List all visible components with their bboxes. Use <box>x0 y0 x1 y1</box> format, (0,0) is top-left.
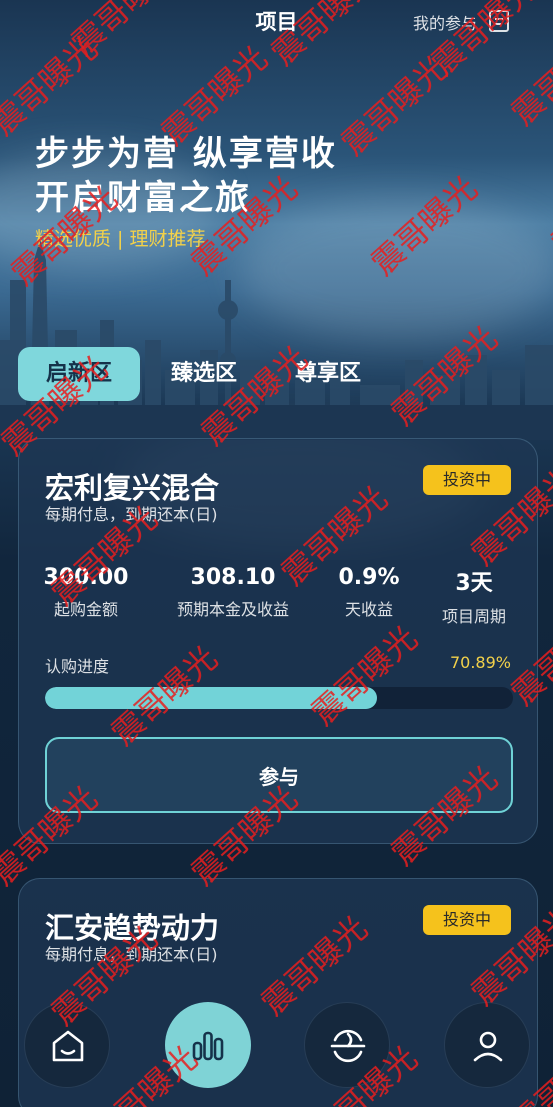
user-icon <box>473 1031 503 1062</box>
progress-percent: 70.89% <box>449 653 511 672</box>
home-icon <box>52 1030 84 1062</box>
nav-profile[interactable] <box>444 1002 530 1088</box>
stat-label: 天收益 <box>344 600 393 619</box>
product-card[interactable]: 宏利复兴混合 每期付息，到期还本(日) 投资中 300.00 起购金额 308.… <box>18 438 538 844</box>
stat-value: 0.9% <box>338 565 400 590</box>
stat-label: 项目周期 <box>441 607 506 626</box>
tab-zhenxuan[interactable]: 臻选区 <box>164 347 244 401</box>
progress-fill <box>45 687 377 709</box>
join-button[interactable]: 参与 <box>45 737 513 813</box>
my-participation-label: 我的参与 <box>412 14 477 33</box>
stat-expected-return: 308.10 预期本金及收益 <box>165 565 301 620</box>
stat-period: 3天 项目周期 <box>429 565 519 627</box>
hero-headline-1: 步步为营 纵享营收 <box>35 134 337 174</box>
city-skyline-illustration <box>0 240 553 440</box>
stat-value: 3天 <box>455 571 493 596</box>
bar-chart-icon <box>192 1031 224 1061</box>
nav-projects[interactable] <box>165 1002 251 1088</box>
tab-zunxiang[interactable]: 尊享区 <box>288 347 368 401</box>
progress-label: 认购进度 <box>45 657 110 676</box>
progress-bar <box>45 687 513 709</box>
status-badge: 投资中 <box>423 905 511 935</box>
bottom-nav <box>18 1002 538 1098</box>
status-badge: 投资中 <box>423 465 511 495</box>
hero-subtitle: 精选优质 | 理财推荐 <box>35 228 206 250</box>
product-repayment: 每期付息，到期还本(日) <box>45 945 218 964</box>
stat-value: 300.00 <box>43 565 129 590</box>
stat-min-purchase: 300.00 起购金额 <box>33 565 139 620</box>
discover-icon <box>330 1029 366 1063</box>
doc-icon[interactable] <box>489 10 509 32</box>
stat-value: 308.10 <box>190 565 276 590</box>
stat-daily-yield: 0.9% 天收益 <box>319 565 419 620</box>
nav-discover[interactable] <box>304 1002 390 1088</box>
top-bar: 项目 我的参与 <box>0 0 553 44</box>
stat-label: 预期本金及收益 <box>176 600 289 619</box>
my-participation-link[interactable]: 我的参与 <box>413 10 477 34</box>
hero-headline-2: 开启财富之旅 <box>35 178 251 218</box>
product-repayment: 每期付息，到期还本(日) <box>45 505 218 524</box>
nav-home[interactable] <box>24 1002 110 1088</box>
tab-qixin[interactable]: 启新区 <box>18 347 140 401</box>
stat-label: 起购金额 <box>53 600 118 619</box>
